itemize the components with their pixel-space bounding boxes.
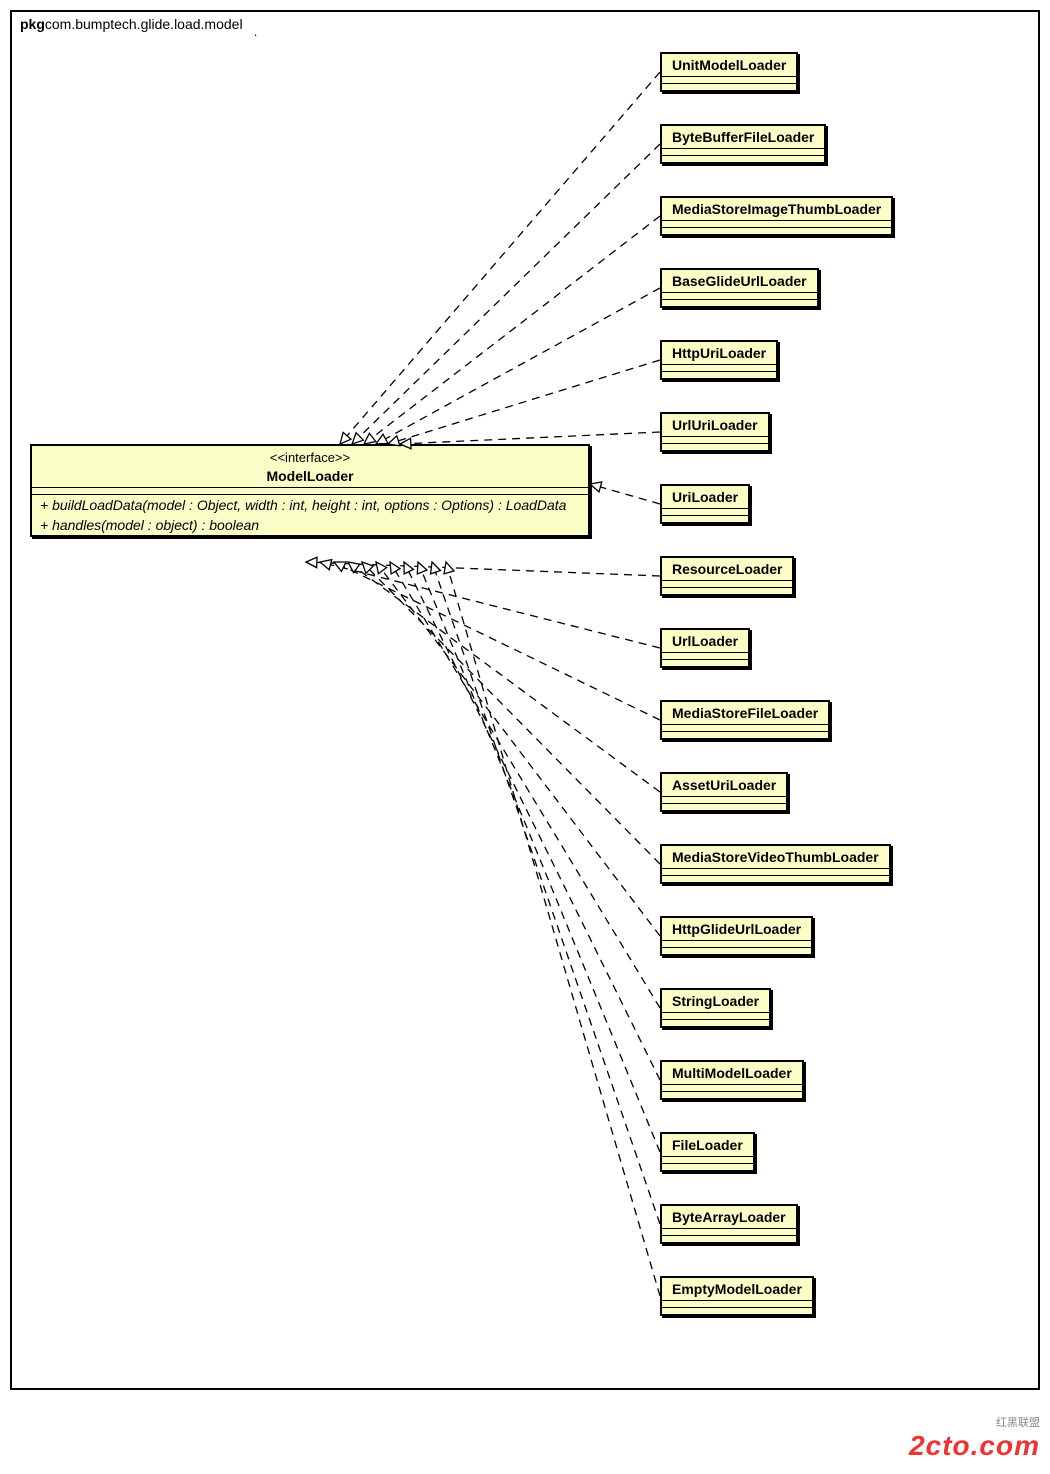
class-name: UnitModelLoader bbox=[662, 54, 796, 76]
class-box-AssetUriLoader: AssetUriLoader bbox=[660, 772, 788, 812]
class-name: FileLoader bbox=[662, 1134, 753, 1156]
watermark: 红黑联盟 2cto.com bbox=[909, 1414, 1040, 1462]
package-tab: pkgcom.bumptech.glide.load.model bbox=[10, 10, 257, 36]
class-box-FileLoader: FileLoader bbox=[660, 1132, 755, 1172]
class-box-MediaStoreVideoThumbLoader: MediaStoreVideoThumbLoader bbox=[660, 844, 891, 884]
class-box-UrlLoader: UrlLoader bbox=[660, 628, 750, 668]
class-name: MediaStoreVideoThumbLoader bbox=[662, 846, 889, 868]
class-name: MediaStoreImageThumbLoader bbox=[662, 198, 891, 220]
class-name: MediaStoreFileLoader bbox=[662, 702, 828, 724]
class-box-UrlUriLoader: UrlUriLoader bbox=[660, 412, 770, 452]
interface-name: ModelLoader bbox=[32, 465, 588, 487]
package-name: com.bumptech.glide.load.model bbox=[45, 16, 243, 32]
watermark-sub: 红黑联盟 bbox=[909, 1414, 1040, 1430]
method-handles: + handles(model : object) : boolean bbox=[32, 515, 588, 535]
class-box-HttpUriLoader: HttpUriLoader bbox=[660, 340, 778, 380]
class-name: UrlUriLoader bbox=[662, 414, 768, 436]
class-name: AssetUriLoader bbox=[662, 774, 786, 796]
class-box-ByteArrayLoader: ByteArrayLoader bbox=[660, 1204, 798, 1244]
class-box-EmptyModelLoader: EmptyModelLoader bbox=[660, 1276, 814, 1316]
class-box-ResourceLoader: ResourceLoader bbox=[660, 556, 794, 596]
interface-stereotype: <<interface>> bbox=[32, 446, 588, 465]
class-box-MediaStoreFileLoader: MediaStoreFileLoader bbox=[660, 700, 830, 740]
class-name: StringLoader bbox=[662, 990, 769, 1012]
class-name: HttpGlideUrlLoader bbox=[662, 918, 811, 940]
class-name: MultiModelLoader bbox=[662, 1062, 802, 1084]
package-prefix: pkg bbox=[20, 16, 45, 32]
class-box-ByteBufferFileLoader: ByteBufferFileLoader bbox=[660, 124, 826, 164]
class-name: HttpUriLoader bbox=[662, 342, 776, 364]
class-box-BaseGlideUrlLoader: BaseGlideUrlLoader bbox=[660, 268, 819, 308]
method-buildLoadData: + buildLoadData(model : Object, width : … bbox=[32, 495, 588, 515]
class-name: ByteBufferFileLoader bbox=[662, 126, 824, 148]
watermark-main: 2cto.com bbox=[909, 1430, 1040, 1461]
class-name: UriLoader bbox=[662, 486, 748, 508]
class-box-UnitModelLoader: UnitModelLoader bbox=[660, 52, 798, 92]
class-box-HttpGlideUrlLoader: HttpGlideUrlLoader bbox=[660, 916, 813, 956]
class-box-MediaStoreImageThumbLoader: MediaStoreImageThumbLoader bbox=[660, 196, 893, 236]
class-name: EmptyModelLoader bbox=[662, 1278, 812, 1300]
class-name: UrlLoader bbox=[662, 630, 748, 652]
class-name: ResourceLoader bbox=[662, 558, 792, 580]
class-name: ByteArrayLoader bbox=[662, 1206, 796, 1228]
class-box-MultiModelLoader: MultiModelLoader bbox=[660, 1060, 804, 1100]
class-box-UriLoader: UriLoader bbox=[660, 484, 750, 524]
interface-box: <<interface>> ModelLoader + buildLoadDat… bbox=[30, 444, 590, 537]
class-name: BaseGlideUrlLoader bbox=[662, 270, 817, 292]
class-box-StringLoader: StringLoader bbox=[660, 988, 771, 1028]
